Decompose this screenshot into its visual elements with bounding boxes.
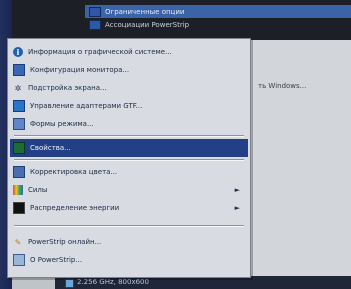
background-menu-item[interactable]: Ограниченные опции xyxy=(85,5,351,18)
document-icon xyxy=(13,118,25,130)
menu-item-graphics-info[interactable]: i Информация о графической системе... xyxy=(10,43,248,61)
background-menu-list: Ограниченные опции Ассоциации PowerStrip xyxy=(85,5,351,31)
menu-item-label: Свойства... xyxy=(30,144,71,152)
shield-icon xyxy=(13,142,25,154)
menu-item-label: Информация о графической системе... xyxy=(28,48,172,56)
menu-item-label: Подстройка экрана... xyxy=(28,84,107,92)
menu-item-label: Корректировка цвета... xyxy=(30,168,118,176)
menu-item-color-correction[interactable]: Корректировка цвета... xyxy=(10,163,248,181)
menu-item-label: Силы xyxy=(28,186,48,194)
menu-separator xyxy=(14,159,244,161)
context-menu: i Информация о графической системе... Ко… xyxy=(7,38,251,278)
menu-item-screen-adjust[interactable]: ✲ Подстройка экрана... xyxy=(10,79,248,97)
menu-item-forces[interactable]: Силы ► xyxy=(10,181,248,199)
monitor-icon xyxy=(13,64,25,76)
association-icon xyxy=(89,19,101,30)
menu-item-energy[interactable]: Распределение энергии ► xyxy=(10,199,248,217)
menu-item-powerstrip-online[interactable]: ✎ PowerStrip онлайн... xyxy=(10,233,248,251)
menu-item-label: О PowerStrip... xyxy=(30,256,83,264)
gear-icon: ✲ xyxy=(14,83,22,93)
taskbar-app-icon[interactable] xyxy=(65,279,74,288)
pane-text: ть Windows... xyxy=(258,82,307,90)
menu-item-mode-forms[interactable]: Формы режима... xyxy=(10,115,248,133)
menu-item-label: Управление адаптерами GTF... xyxy=(30,102,143,110)
menu-item-label: PowerStrip онлайн... xyxy=(28,238,102,246)
calendar-icon xyxy=(13,166,25,178)
right-content-pane xyxy=(248,40,351,289)
pin-icon: ✎ xyxy=(14,237,22,247)
submenu-arrow-icon: ► xyxy=(234,186,240,194)
adapter-icon xyxy=(13,100,25,112)
options-icon xyxy=(89,6,101,17)
background-menu-label: Ассоциации PowerStrip xyxy=(105,20,190,29)
menu-item-properties[interactable]: Свойства... xyxy=(10,139,248,157)
color-icon xyxy=(13,185,23,195)
about-icon xyxy=(13,254,25,266)
submenu-arrow-icon: ► xyxy=(234,204,240,212)
menu-item-monitor-config[interactable]: Конфигурация монитора... xyxy=(10,61,248,79)
menu-separator xyxy=(14,225,244,227)
menu-item-about[interactable]: О PowerStrip... xyxy=(10,251,248,269)
menu-separator xyxy=(14,135,244,137)
background-menu-label: Ограниченные опции xyxy=(105,7,185,16)
menu-item-label: Конфигурация монитора... xyxy=(30,66,130,74)
menu-item-gtf-adapters[interactable]: Управление адаптерами GTF... xyxy=(10,97,248,115)
menu-item-label: Формы режима... xyxy=(30,120,94,128)
info-icon: i xyxy=(13,47,23,57)
menu-item-label: Распределение энергии xyxy=(30,204,120,212)
background-menu-item[interactable]: Ассоциации PowerStrip xyxy=(85,18,351,31)
black-square-icon xyxy=(13,202,25,214)
